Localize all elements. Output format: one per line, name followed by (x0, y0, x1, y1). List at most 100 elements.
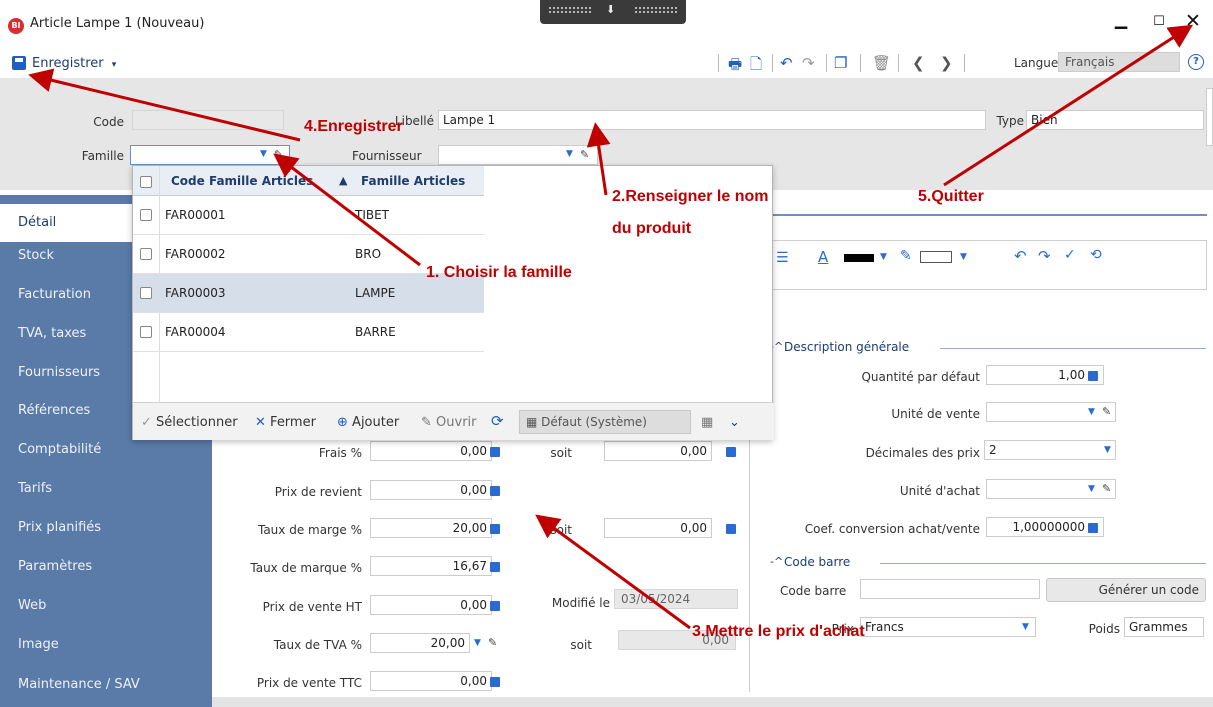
marge-soit-field[interactable]: 0,00 (604, 518, 712, 538)
calculator-icon[interactable] (490, 524, 500, 534)
frais-soit-field[interactable]: 0,00 (604, 441, 712, 461)
libelle-field[interactable]: Lampe 1 (438, 110, 986, 130)
row-checkbox[interactable] (140, 248, 152, 260)
select-all-checkbox[interactable] (140, 176, 152, 188)
minimize-button[interactable]: ▁ (1108, 10, 1134, 29)
calculator-icon[interactable] (490, 486, 500, 496)
select-button[interactable]: ✓ Sélectionner (141, 415, 238, 430)
calculator-icon[interactable] (1088, 371, 1098, 381)
calculator-icon[interactable] (490, 601, 500, 611)
pencil-icon[interactable]: ✎ (488, 636, 497, 649)
table-row[interactable]: FAR00001 TIBET (133, 196, 484, 235)
unite-achat-field[interactable] (986, 479, 1116, 499)
chevron-down-icon[interactable]: ▼ (1088, 407, 1095, 417)
prix-unit-select[interactable]: Francs (860, 617, 1036, 637)
previous-icon[interactable]: ❮ (912, 54, 925, 72)
view-select[interactable]: ▦ Défaut (Système) (519, 410, 691, 434)
calculator-icon[interactable] (490, 562, 500, 572)
pencil-icon[interactable]: ✎ (1102, 405, 1111, 418)
pvttc-field[interactable]: 0,00 (370, 671, 492, 691)
marge-field[interactable]: 20,00 (370, 518, 492, 538)
maximize-button[interactable]: ☐ (1146, 14, 1172, 29)
pencil-icon[interactable]: ✎ (900, 248, 912, 264)
pencil-icon[interactable]: ✎ (580, 148, 589, 161)
chevron-down-icon[interactable]: ▼ (1088, 484, 1095, 494)
help-icon[interactable]: ? (1188, 54, 1204, 70)
row-checkbox[interactable] (140, 326, 152, 338)
chevron-down-icon[interactable]: ▼ (260, 149, 267, 159)
sort-asc-icon[interactable]: ▲ (339, 174, 347, 187)
print-icon[interactable]: 🖶 (728, 54, 742, 79)
sidebar-item-maintenance[interactable]: Maintenance / SAV (0, 666, 212, 704)
calculator-icon[interactable] (726, 524, 736, 534)
coef-field[interactable]: 1,00000000 (986, 517, 1104, 537)
language-select[interactable]: Français (1058, 52, 1180, 72)
pencil-icon[interactable]: ✎ (274, 148, 283, 161)
undo-icon[interactable]: ↶ (1014, 247, 1027, 265)
col-code-header[interactable]: Code Famille Articles (171, 174, 313, 188)
copy-icon[interactable]: ❐ (834, 54, 847, 72)
calculator-icon[interactable] (490, 447, 500, 457)
calculator-icon[interactable] (1088, 523, 1098, 533)
qte-field[interactable]: 1,00 (986, 365, 1104, 385)
row-checkbox[interactable] (140, 209, 152, 221)
add-button[interactable]: ⊕ Ajouter (337, 415, 399, 430)
rich-text-editor[interactable] (762, 240, 1207, 290)
code-field[interactable] (132, 110, 284, 130)
open-button[interactable]: ✎ Ouvrir (421, 415, 477, 430)
collapse-icon[interactable]: -^ (770, 555, 783, 568)
decimales-select[interactable]: 2 (984, 440, 1116, 460)
chevron-down-icon[interactable]: ▼ (566, 149, 573, 159)
next-icon[interactable]: ❯ (940, 54, 953, 72)
redo-icon[interactable]: ↷ (802, 54, 815, 72)
pvht-field[interactable]: 0,00 (370, 595, 492, 615)
type-field[interactable]: Bien (1026, 110, 1204, 130)
barcode-field[interactable] (860, 579, 1040, 599)
poids-unit-select[interactable]: Grammes (1124, 617, 1204, 637)
col-famille-header[interactable]: Famille Articles (361, 174, 465, 188)
history-icon[interactable]: ⟲ (1090, 247, 1102, 263)
window-grip-handle[interactable]: ⬇ (540, 0, 686, 24)
tva-field[interactable]: 20,00 (370, 633, 470, 653)
indent-icon[interactable]: ☰ (776, 250, 789, 266)
chevron-down-icon[interactable]: ▾ (112, 60, 117, 70)
sidebar-item-image[interactable]: Image (0, 626, 212, 664)
color-swatch[interactable] (844, 254, 874, 262)
chevron-down-icon[interactable]: ▼ (1104, 445, 1111, 455)
chevron-down-icon[interactable]: ▼ (960, 252, 967, 262)
delete-icon[interactable]: 🗑 (872, 54, 891, 72)
sidebar-item-tarifs[interactable]: Tarifs (0, 470, 212, 508)
marque-field[interactable]: 16,67 (370, 556, 492, 576)
sidebar-item-web[interactable]: Web (0, 587, 212, 625)
sidebar-item-prix-planifies[interactable]: Prix planifiés (0, 509, 212, 547)
spellcheck-icon[interactable]: ✓ (1064, 247, 1076, 263)
chevron-down-icon[interactable]: ▼ (474, 638, 481, 648)
sidebar-item-parametres[interactable]: Paramètres (0, 548, 212, 586)
revient-field[interactable]: 0,00 (370, 480, 492, 500)
redo-icon[interactable]: ↷ (1038, 247, 1051, 265)
save-icon[interactable] (12, 56, 26, 70)
pencil-icon[interactable]: ✎ (1102, 482, 1111, 495)
print-preview-icon[interactable]: 🗋 (750, 54, 762, 79)
generate-code-button[interactable]: Générer un code (1046, 578, 1206, 602)
scrollbar[interactable] (1206, 88, 1213, 146)
chevron-down-icon[interactable]: ▼ (1022, 622, 1029, 632)
horizontal-scrollbar[interactable] (212, 697, 1213, 707)
fournisseur-field[interactable] (438, 145, 598, 165)
calculator-icon[interactable] (726, 447, 736, 457)
font-color-icon[interactable]: A (818, 248, 828, 266)
close-button[interactable]: ✕ Fermer (255, 415, 316, 430)
border-style-icon[interactable] (920, 251, 952, 263)
row-checkbox[interactable] (140, 287, 152, 299)
undo-icon[interactable]: ↶ (780, 54, 793, 72)
chevron-down-icon[interactable]: ⌄ (729, 415, 740, 430)
close-window-button[interactable]: ✕ (1180, 10, 1206, 32)
calculator-icon[interactable] (490, 677, 500, 687)
frais-field[interactable]: 0,00 (370, 441, 492, 461)
chevron-down-icon[interactable]: ▼ (880, 252, 887, 262)
table-row[interactable]: FAR00004 BARRE (133, 313, 484, 352)
unite-vente-field[interactable] (986, 402, 1116, 422)
save-button[interactable]: Enregistrer ▾ (32, 56, 116, 71)
columns-icon[interactable]: ▦ (701, 415, 713, 430)
refresh-icon[interactable]: ⟳ (491, 412, 504, 430)
